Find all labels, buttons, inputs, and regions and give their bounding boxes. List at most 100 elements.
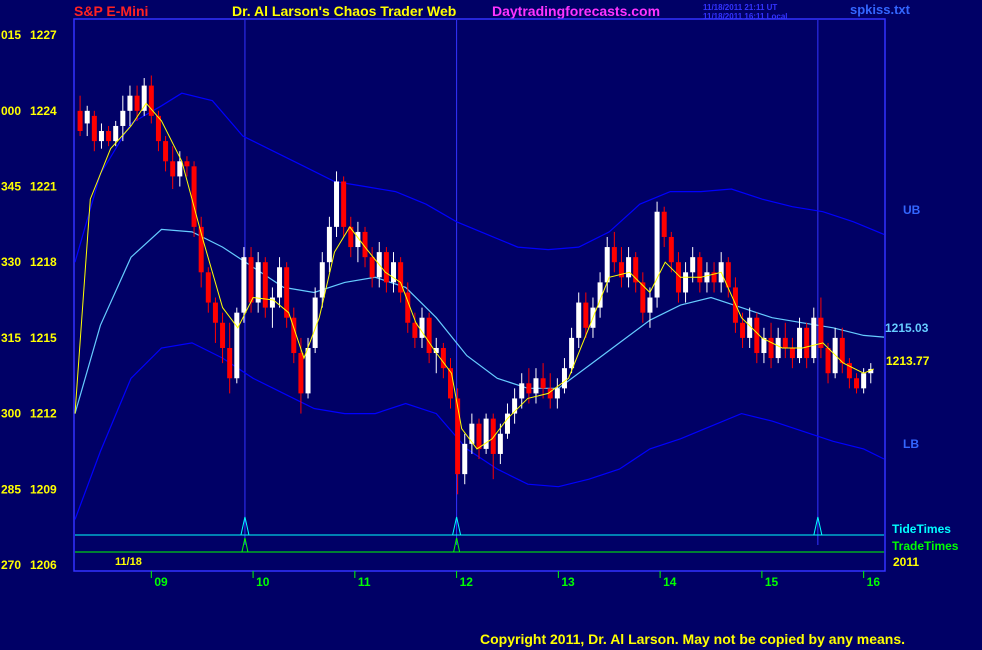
candle-body [113, 125, 119, 142]
candle-body [611, 247, 617, 263]
down-candle [740, 312, 746, 348]
candle-body [334, 181, 340, 227]
down-candle [476, 418, 482, 459]
down-candle [134, 85, 140, 121]
up-candle [483, 413, 489, 454]
down-candle [768, 322, 774, 369]
instrument-title: S&P E-Mini [74, 3, 148, 19]
up-candle [277, 257, 283, 308]
down-candle [618, 247, 624, 288]
down-candle [854, 373, 860, 394]
candle-body [576, 302, 582, 338]
down-candle [341, 176, 347, 237]
y-tick-time-label: 000 [1, 104, 21, 118]
candle-body [234, 312, 240, 379]
down-candle [711, 262, 717, 293]
candle-body [668, 236, 674, 263]
candle-body [683, 272, 689, 293]
down-candle [697, 252, 703, 293]
y-tick-time-label: 300 [1, 407, 21, 421]
candle-body [77, 110, 83, 132]
down-candle [661, 206, 667, 248]
up-candle [269, 287, 275, 328]
candle-body [839, 337, 845, 364]
down-candle [540, 363, 546, 399]
fast-ma-line [74, 102, 874, 450]
y-tick-price-label: 1212 [30, 407, 57, 421]
y-tick-time-label: 285 [1, 482, 21, 496]
candle-body [854, 378, 860, 389]
candle-body [554, 388, 560, 399]
down-candle [383, 247, 389, 293]
candle-body [383, 252, 389, 283]
x-tick-label: 13 [561, 575, 575, 589]
candle-body [326, 226, 332, 263]
down-candle [611, 231, 617, 273]
down-candle [782, 322, 788, 359]
candle-body [561, 368, 567, 389]
up-candle [462, 433, 468, 485]
candle-body [319, 262, 325, 298]
mid-band-line [74, 228, 885, 414]
candle-body [184, 161, 190, 167]
down-candle [839, 327, 845, 374]
time-markers [75, 516, 884, 553]
up-candle [512, 388, 518, 424]
candle-body [697, 257, 703, 283]
candle-body [654, 211, 660, 298]
up-candle [84, 105, 90, 137]
plot-frame [73, 18, 886, 572]
x-tick-label: 11 [358, 575, 371, 589]
candle-body [205, 272, 211, 303]
down-candle [170, 146, 176, 190]
tide-times-label: TideTimes [892, 522, 951, 536]
down-candle [412, 312, 418, 348]
down-candle [77, 95, 83, 137]
candle-body [191, 166, 197, 227]
candle-body [255, 262, 261, 303]
candle-body [369, 257, 375, 278]
candle-body [98, 131, 104, 142]
candle-body [690, 257, 696, 273]
down-candle [818, 297, 824, 359]
candle-body [462, 443, 468, 475]
x-tick-label: 10 [256, 575, 270, 589]
candle-body [782, 337, 788, 348]
y-tick-price-label: 1209 [30, 482, 57, 496]
up-candle [255, 252, 261, 313]
lower-band-label: LB [903, 437, 919, 451]
x-tick-label: 14 [663, 575, 677, 589]
candles [77, 75, 874, 495]
trade-times-label: TradeTimes [892, 539, 959, 553]
candle-body [533, 378, 539, 394]
candle-body [469, 423, 475, 444]
up-candle [141, 78, 147, 116]
candle-body [305, 347, 311, 394]
candle-body [220, 322, 226, 348]
down-candle [148, 75, 154, 124]
up-candle [419, 307, 425, 348]
candle-body [120, 110, 126, 126]
down-candle [91, 110, 97, 152]
year-label: 2011 [893, 555, 919, 569]
y-tick-time-label: 345 [1, 180, 21, 194]
y-tick-time-label: 330 [1, 255, 21, 269]
candle-body [754, 317, 760, 354]
candle-body [262, 262, 268, 308]
y-tick-price-label: 1224 [30, 104, 57, 118]
fast-ma-value-label: 1213.77 [886, 354, 930, 368]
candle-body [91, 115, 97, 142]
x-tick-label: 16 [867, 575, 881, 589]
up-candle [604, 236, 610, 293]
candle-body [569, 337, 575, 369]
candle-body [455, 398, 461, 475]
candle-body [163, 141, 169, 162]
down-candle [248, 247, 254, 313]
candle-body [519, 383, 525, 399]
candle-body [797, 327, 803, 359]
down-candle [348, 216, 354, 258]
candle-body [127, 95, 133, 111]
candle-body [583, 302, 589, 328]
up-candle [312, 287, 318, 354]
down-candle [846, 358, 852, 389]
